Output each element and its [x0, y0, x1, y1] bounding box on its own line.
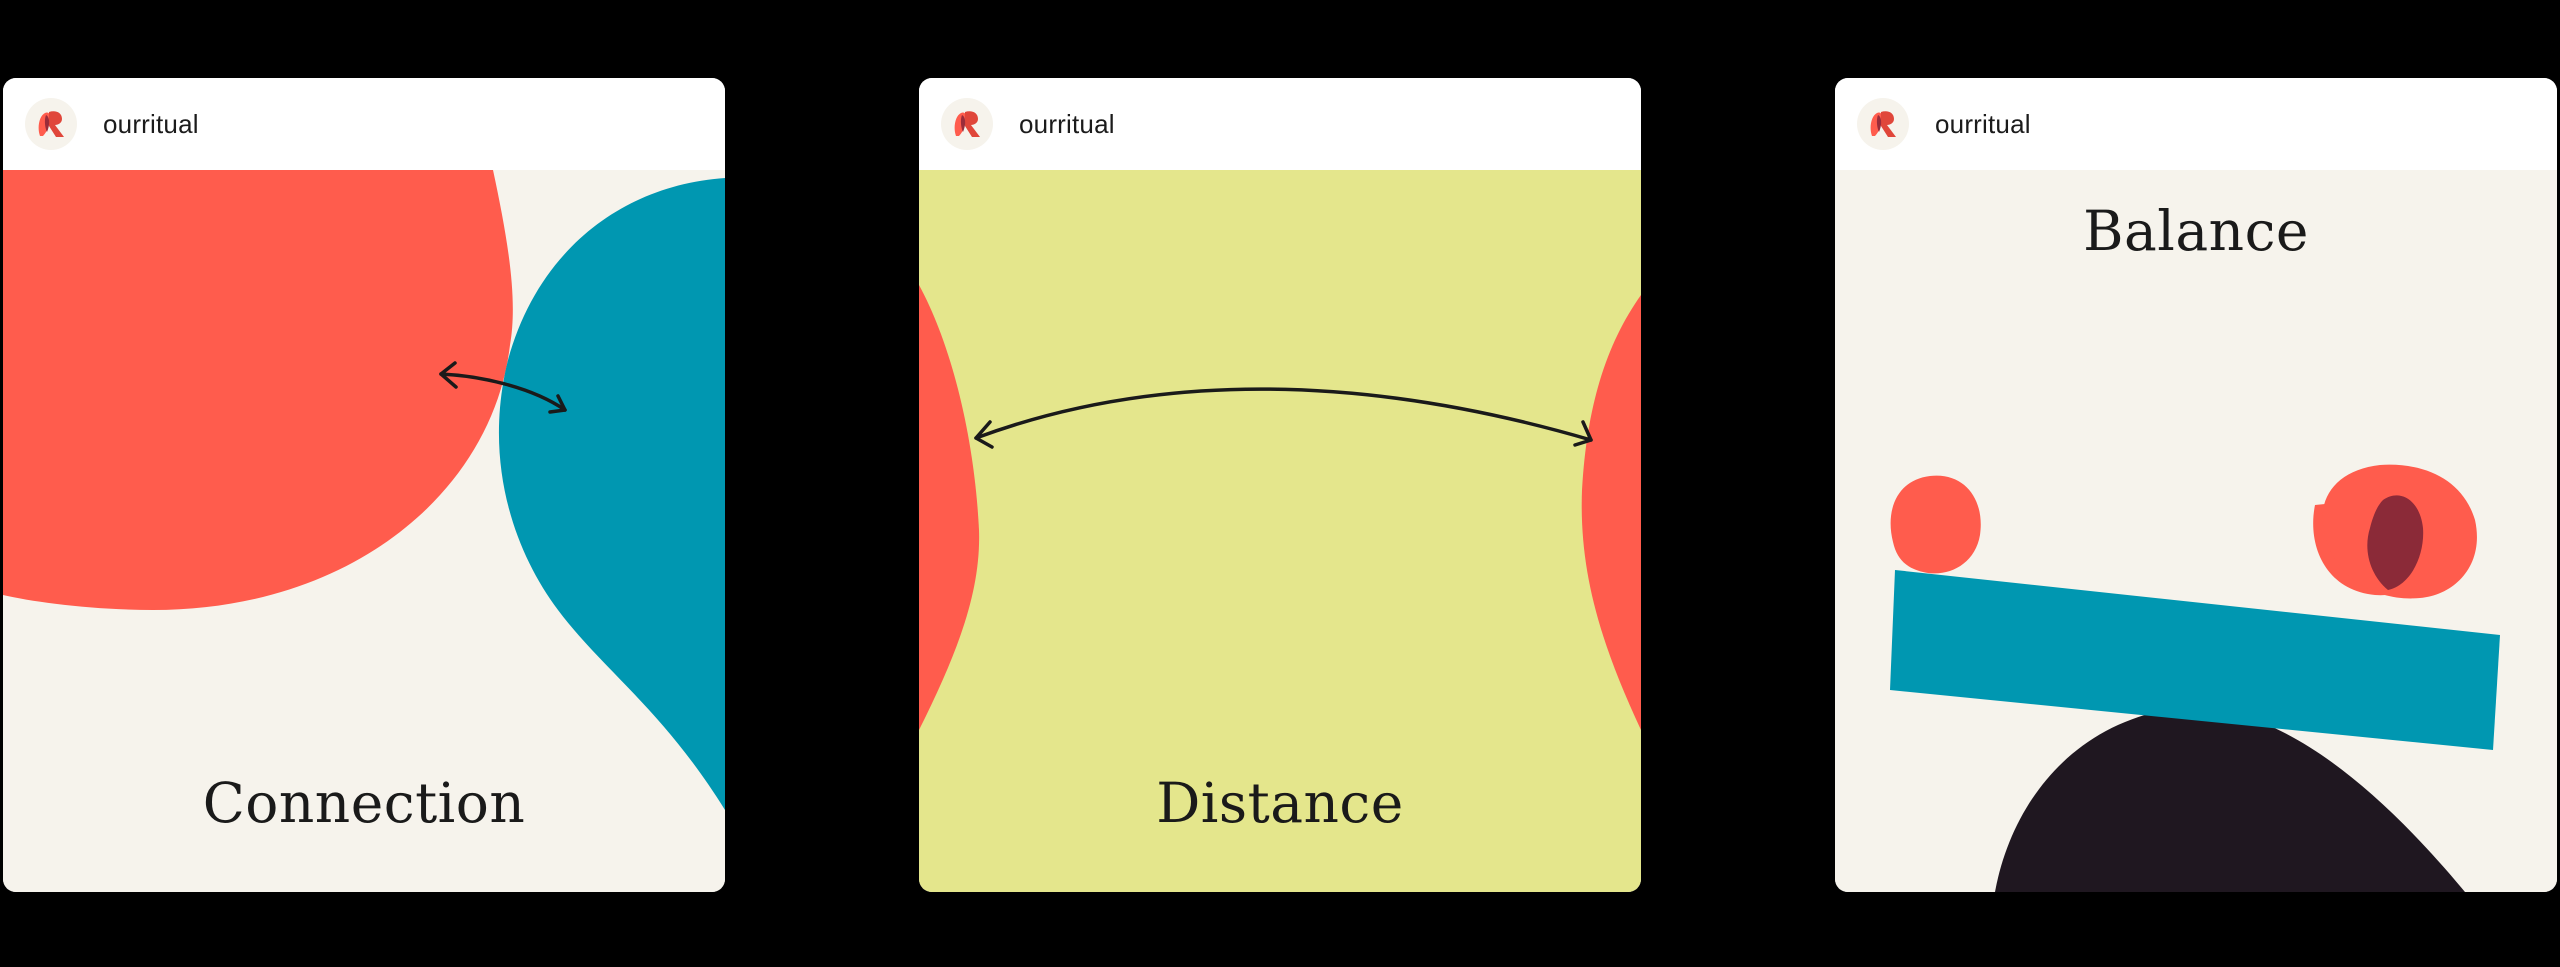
- small-stone-shape: [1890, 475, 1981, 574]
- account-name[interactable]: ourritual: [1019, 108, 1115, 140]
- card-title: Distance: [1156, 771, 1404, 835]
- account-name[interactable]: ourritual: [1935, 108, 2031, 140]
- account-name[interactable]: ourritual: [103, 108, 199, 140]
- post-card-distance: ourritual Distance: [919, 78, 1641, 892]
- card-title: Connection: [203, 771, 526, 835]
- post-header: ourritual: [3, 78, 725, 170]
- post-card-connection: ourritual Connection: [3, 78, 725, 892]
- card-title: Balance: [2083, 199, 2309, 263]
- ourritual-logo-icon: [25, 98, 77, 150]
- post-artwork: Connection: [3, 170, 725, 892]
- post-header: ourritual: [1835, 78, 2557, 170]
- ourritual-logo-icon: [941, 98, 993, 150]
- post-artwork: Balance: [1835, 170, 2557, 892]
- post-header: ourritual: [919, 78, 1641, 170]
- post-card-balance: ourritual Balance: [1835, 78, 2557, 892]
- ourritual-logo-icon: [1857, 98, 1909, 150]
- post-artwork: Distance: [919, 170, 1641, 892]
